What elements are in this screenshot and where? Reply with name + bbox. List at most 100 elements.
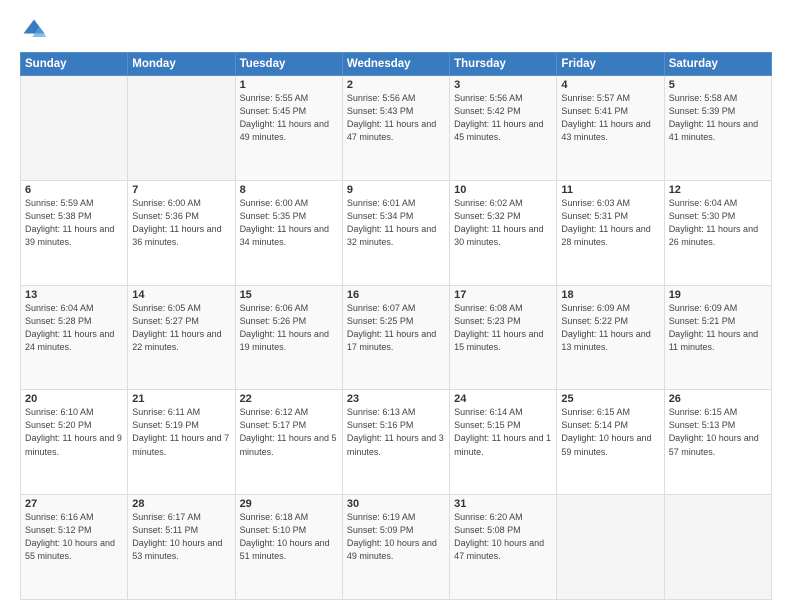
day-detail: Sunrise: 6:19 AM Sunset: 5:09 PM Dayligh… — [347, 511, 445, 563]
calendar-header: SundayMondayTuesdayWednesdayThursdayFrid… — [21, 53, 772, 76]
day-number: 30 — [347, 498, 445, 510]
day-number: 19 — [669, 289, 767, 301]
calendar-week-5: 27Sunrise: 6:16 AM Sunset: 5:12 PM Dayli… — [21, 495, 772, 600]
calendar-cell: 22Sunrise: 6:12 AM Sunset: 5:17 PM Dayli… — [235, 390, 342, 495]
day-number: 24 — [454, 393, 552, 405]
day-number: 18 — [561, 289, 659, 301]
day-detail: Sunrise: 6:01 AM Sunset: 5:34 PM Dayligh… — [347, 197, 445, 249]
day-number: 5 — [669, 79, 767, 91]
day-number: 11 — [561, 184, 659, 196]
day-detail: Sunrise: 6:03 AM Sunset: 5:31 PM Dayligh… — [561, 197, 659, 249]
day-number: 9 — [347, 184, 445, 196]
day-detail: Sunrise: 6:09 AM Sunset: 5:21 PM Dayligh… — [669, 302, 767, 354]
day-detail: Sunrise: 6:14 AM Sunset: 5:15 PM Dayligh… — [454, 406, 552, 458]
weekday-header-thursday: Thursday — [450, 53, 557, 76]
calendar-cell: 4Sunrise: 5:57 AM Sunset: 5:41 PM Daylig… — [557, 76, 664, 181]
day-number: 13 — [25, 289, 123, 301]
calendar-cell: 9Sunrise: 6:01 AM Sunset: 5:34 PM Daylig… — [342, 180, 449, 285]
logo — [20, 16, 52, 44]
calendar-cell: 16Sunrise: 6:07 AM Sunset: 5:25 PM Dayli… — [342, 285, 449, 390]
calendar-cell: 14Sunrise: 6:05 AM Sunset: 5:27 PM Dayli… — [128, 285, 235, 390]
weekday-header-sunday: Sunday — [21, 53, 128, 76]
day-number: 23 — [347, 393, 445, 405]
calendar-body: 1Sunrise: 5:55 AM Sunset: 5:45 PM Daylig… — [21, 76, 772, 600]
day-number: 14 — [132, 289, 230, 301]
day-number: 20 — [25, 393, 123, 405]
day-detail: Sunrise: 6:17 AM Sunset: 5:11 PM Dayligh… — [132, 511, 230, 563]
day-detail: Sunrise: 6:00 AM Sunset: 5:36 PM Dayligh… — [132, 197, 230, 249]
day-number: 1 — [240, 79, 338, 91]
calendar-cell: 26Sunrise: 6:15 AM Sunset: 5:13 PM Dayli… — [664, 390, 771, 495]
weekday-header-monday: Monday — [128, 53, 235, 76]
day-number: 7 — [132, 184, 230, 196]
day-number: 29 — [240, 498, 338, 510]
day-detail: Sunrise: 6:18 AM Sunset: 5:10 PM Dayligh… — [240, 511, 338, 563]
calendar-cell: 18Sunrise: 6:09 AM Sunset: 5:22 PM Dayli… — [557, 285, 664, 390]
calendar-cell: 17Sunrise: 6:08 AM Sunset: 5:23 PM Dayli… — [450, 285, 557, 390]
calendar-cell: 6Sunrise: 5:59 AM Sunset: 5:38 PM Daylig… — [21, 180, 128, 285]
day-detail: Sunrise: 6:00 AM Sunset: 5:35 PM Dayligh… — [240, 197, 338, 249]
logo-icon — [20, 16, 48, 44]
calendar-cell: 13Sunrise: 6:04 AM Sunset: 5:28 PM Dayli… — [21, 285, 128, 390]
day-number: 12 — [669, 184, 767, 196]
day-detail: Sunrise: 6:08 AM Sunset: 5:23 PM Dayligh… — [454, 302, 552, 354]
day-number: 6 — [25, 184, 123, 196]
day-detail: Sunrise: 6:13 AM Sunset: 5:16 PM Dayligh… — [347, 406, 445, 458]
day-detail: Sunrise: 6:02 AM Sunset: 5:32 PM Dayligh… — [454, 197, 552, 249]
page: SundayMondayTuesdayWednesdayThursdayFrid… — [0, 0, 792, 612]
day-detail: Sunrise: 6:20 AM Sunset: 5:08 PM Dayligh… — [454, 511, 552, 563]
calendar-cell: 1Sunrise: 5:55 AM Sunset: 5:45 PM Daylig… — [235, 76, 342, 181]
day-number: 16 — [347, 289, 445, 301]
calendar-cell: 29Sunrise: 6:18 AM Sunset: 5:10 PM Dayli… — [235, 495, 342, 600]
day-number: 26 — [669, 393, 767, 405]
weekday-header-wednesday: Wednesday — [342, 53, 449, 76]
calendar-cell — [21, 76, 128, 181]
calendar-cell: 7Sunrise: 6:00 AM Sunset: 5:36 PM Daylig… — [128, 180, 235, 285]
calendar-cell: 23Sunrise: 6:13 AM Sunset: 5:16 PM Dayli… — [342, 390, 449, 495]
calendar-cell: 15Sunrise: 6:06 AM Sunset: 5:26 PM Dayli… — [235, 285, 342, 390]
day-detail: Sunrise: 6:10 AM Sunset: 5:20 PM Dayligh… — [25, 406, 123, 458]
day-detail: Sunrise: 5:59 AM Sunset: 5:38 PM Dayligh… — [25, 197, 123, 249]
day-number: 17 — [454, 289, 552, 301]
day-detail: Sunrise: 6:04 AM Sunset: 5:30 PM Dayligh… — [669, 197, 767, 249]
day-detail: Sunrise: 6:04 AM Sunset: 5:28 PM Dayligh… — [25, 302, 123, 354]
weekday-header-tuesday: Tuesday — [235, 53, 342, 76]
day-number: 21 — [132, 393, 230, 405]
day-detail: Sunrise: 6:15 AM Sunset: 5:14 PM Dayligh… — [561, 406, 659, 458]
day-detail: Sunrise: 6:16 AM Sunset: 5:12 PM Dayligh… — [25, 511, 123, 563]
calendar-cell: 31Sunrise: 6:20 AM Sunset: 5:08 PM Dayli… — [450, 495, 557, 600]
day-detail: Sunrise: 6:09 AM Sunset: 5:22 PM Dayligh… — [561, 302, 659, 354]
calendar-cell: 30Sunrise: 6:19 AM Sunset: 5:09 PM Dayli… — [342, 495, 449, 600]
day-number: 27 — [25, 498, 123, 510]
day-detail: Sunrise: 5:56 AM Sunset: 5:43 PM Dayligh… — [347, 92, 445, 144]
calendar-week-1: 1Sunrise: 5:55 AM Sunset: 5:45 PM Daylig… — [21, 76, 772, 181]
calendar-cell — [664, 495, 771, 600]
day-detail: Sunrise: 6:15 AM Sunset: 5:13 PM Dayligh… — [669, 406, 767, 458]
weekday-header-friday: Friday — [557, 53, 664, 76]
day-detail: Sunrise: 5:56 AM Sunset: 5:42 PM Dayligh… — [454, 92, 552, 144]
day-number: 2 — [347, 79, 445, 91]
calendar-cell — [128, 76, 235, 181]
day-number: 31 — [454, 498, 552, 510]
day-number: 8 — [240, 184, 338, 196]
day-number: 3 — [454, 79, 552, 91]
calendar-week-2: 6Sunrise: 5:59 AM Sunset: 5:38 PM Daylig… — [21, 180, 772, 285]
day-number: 28 — [132, 498, 230, 510]
day-detail: Sunrise: 6:07 AM Sunset: 5:25 PM Dayligh… — [347, 302, 445, 354]
weekday-header-saturday: Saturday — [664, 53, 771, 76]
day-number: 25 — [561, 393, 659, 405]
day-detail: Sunrise: 5:58 AM Sunset: 5:39 PM Dayligh… — [669, 92, 767, 144]
day-number: 15 — [240, 289, 338, 301]
day-number: 4 — [561, 79, 659, 91]
calendar-cell: 25Sunrise: 6:15 AM Sunset: 5:14 PM Dayli… — [557, 390, 664, 495]
calendar-cell: 24Sunrise: 6:14 AM Sunset: 5:15 PM Dayli… — [450, 390, 557, 495]
day-detail: Sunrise: 6:06 AM Sunset: 5:26 PM Dayligh… — [240, 302, 338, 354]
calendar-cell: 12Sunrise: 6:04 AM Sunset: 5:30 PM Dayli… — [664, 180, 771, 285]
day-detail: Sunrise: 6:05 AM Sunset: 5:27 PM Dayligh… — [132, 302, 230, 354]
calendar-cell: 28Sunrise: 6:17 AM Sunset: 5:11 PM Dayli… — [128, 495, 235, 600]
calendar-cell: 5Sunrise: 5:58 AM Sunset: 5:39 PM Daylig… — [664, 76, 771, 181]
day-detail: Sunrise: 5:57 AM Sunset: 5:41 PM Dayligh… — [561, 92, 659, 144]
calendar-cell: 3Sunrise: 5:56 AM Sunset: 5:42 PM Daylig… — [450, 76, 557, 181]
calendar-cell: 21Sunrise: 6:11 AM Sunset: 5:19 PM Dayli… — [128, 390, 235, 495]
weekday-header-row: SundayMondayTuesdayWednesdayThursdayFrid… — [21, 53, 772, 76]
